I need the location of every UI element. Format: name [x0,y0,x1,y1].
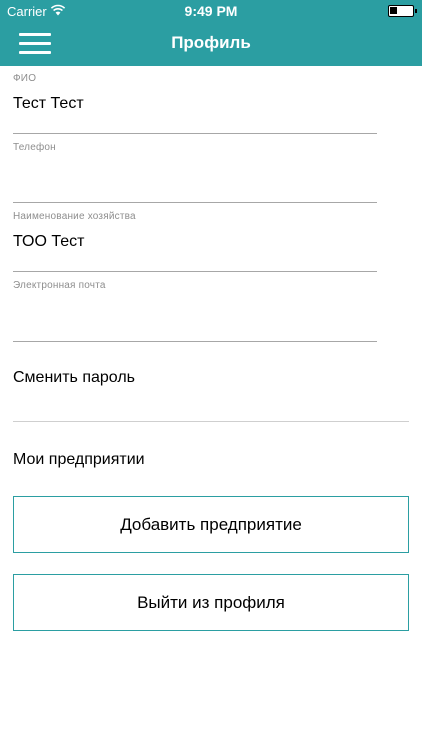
battery-icon [388,5,417,17]
phone-label: Телефон [13,142,56,153]
nav-bar: Профиль [0,23,422,66]
fio-label: ФИО [13,73,37,84]
farm-name-underline [13,271,377,272]
fio-field[interactable]: ФИО Тест Тест [13,73,377,135]
change-password-link[interactable]: Сменить пароль [13,369,135,387]
clock: 9:49 PM [184,3,238,19]
enterprises-heading: Мои предприятии [13,451,145,468]
email-underline [13,341,377,342]
status-bar: Carrier 9:49 PM [0,0,422,23]
phone-underline [13,202,377,203]
divider [13,421,409,422]
phone-field[interactable]: Телефон [13,142,377,204]
email-label: Электронная почта [13,280,106,291]
farm-name-value[interactable]: ТОО Тест [13,233,85,251]
fio-value[interactable]: Тест Тест [13,95,84,113]
farm-name-field[interactable]: Наименование хозяйства ТОО Тест [13,211,377,273]
page-title: Профиль [171,33,251,52]
add-enterprise-button[interactable]: Добавить предприятие [13,496,409,553]
email-field[interactable]: Электронная почта [13,280,377,342]
farm-name-label: Наименование хозяйства [13,211,136,222]
logout-button[interactable]: Выйти из профиля [13,574,409,631]
fio-underline [13,133,377,134]
